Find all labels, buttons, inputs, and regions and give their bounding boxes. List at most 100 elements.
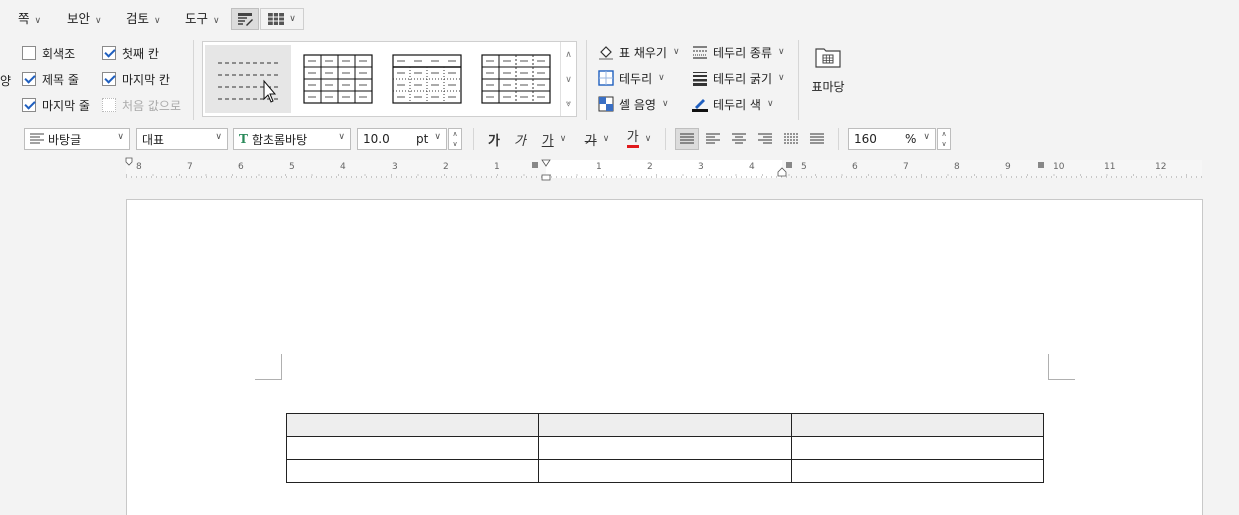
table-style-gallery: ∧ ∨ ⩔ (202, 41, 577, 117)
strike-button[interactable]: 가 ∨ (578, 128, 616, 150)
size-spinner[interactable]: ∧ ∨ (448, 128, 462, 150)
lang-combo[interactable]: 대표 ∨ (136, 128, 228, 150)
table-design-icon (238, 13, 253, 26)
last-row-checkbox[interactable]: 마지막 줄 (22, 97, 90, 113)
menu-tools[interactable]: 도구 ∨ (185, 8, 220, 30)
table-cell[interactable] (790, 413, 1045, 437)
menu-security[interactable]: 보안 ∨ (67, 8, 102, 30)
chevron-down-icon: ∨ (565, 74, 572, 85)
first-col-checkbox[interactable]: 첫째 칸 (102, 45, 159, 61)
table-style-grid-1[interactable] (295, 45, 381, 113)
table-cell[interactable] (538, 413, 792, 437)
table-style-grid-2[interactable] (384, 45, 470, 113)
table-cell[interactable] (285, 459, 540, 483)
gray-checkbox[interactable]: 회색조 (22, 45, 75, 61)
separator (798, 40, 799, 120)
chevron-down-icon: ∨ (778, 47, 785, 57)
table-style-grid-3[interactable] (473, 45, 559, 113)
border-color-label: 테두리 색 (713, 97, 761, 112)
spin-up-icon: ∧ (452, 130, 458, 138)
table-mark-button[interactable]: 표마당 (808, 46, 848, 96)
expand-icon: ⩔ (565, 99, 572, 109)
chevron-down-icon: ∨ (213, 16, 220, 26)
align-justify-button[interactable] (675, 128, 699, 150)
cell-shade-button[interactable]: 셀 음영 ∨ (598, 94, 669, 114)
size-value: 10.0 (363, 132, 390, 146)
chevron-down-icon: ∨ (778, 73, 785, 83)
align-divide-button[interactable] (805, 128, 829, 150)
table-cell[interactable] (538, 436, 792, 460)
chevron-down-icon: ∨ (117, 132, 124, 142)
horizontal-ruler[interactable]: 8 7 6 5 4 3 2 1 1 2 3 4 5 6 7 8 9 10 11 … (125, 157, 1202, 181)
font-combo[interactable]: T 함초롬바탕 ∨ (233, 128, 351, 150)
reset-button[interactable]: 처음 값으로 (102, 97, 181, 113)
document-table[interactable] (285, 413, 1045, 483)
zoom-value: 160 (854, 132, 877, 146)
table-row (285, 413, 1045, 437)
last-col-checkbox[interactable]: 마지막 칸 (102, 71, 170, 87)
font-color-button[interactable]: 가 ∨ (620, 128, 658, 150)
checkbox-box (22, 46, 36, 60)
table-style-preview-dashed (218, 62, 278, 103)
chevron-down-icon: ∨ (34, 16, 42, 26)
border-icon (598, 70, 614, 86)
chevron-up-icon: ∧ (565, 49, 572, 60)
table-layout-tab[interactable]: ∨ (260, 8, 304, 30)
border-type-button[interactable]: 테두리 종류 ∨ (692, 42, 785, 62)
table-mark-label: 표마당 (811, 80, 845, 94)
checkbox-box (22, 72, 36, 86)
gallery-scroll-down[interactable]: ∨ (560, 67, 576, 92)
chevron-down-icon: ∨ (661, 99, 669, 109)
zoom-combo[interactable]: 160 % ∨ (848, 128, 936, 150)
bold-button[interactable]: 가 (483, 128, 505, 150)
border-type-icon (692, 44, 708, 60)
checkbox-box (102, 72, 116, 86)
border-weight-label: 테두리 굵기 (713, 71, 773, 86)
border-color-button[interactable]: 테두리 색 ∨ (692, 94, 774, 114)
underline-label: 가 (541, 133, 554, 149)
table-cell[interactable] (790, 459, 1045, 483)
table-style-preview-grid (303, 54, 373, 104)
align-justify-icon (680, 133, 694, 144)
table-style-plain[interactable] (205, 45, 291, 113)
spin-down-icon: ∨ (941, 140, 947, 148)
margin-corner-top-right (1048, 354, 1075, 380)
header-row-checkbox[interactable]: 제목 줄 (22, 71, 79, 87)
menu-tools-label: 도구 (185, 11, 209, 26)
table-cell[interactable] (790, 436, 1045, 460)
strike-label: 가 (584, 133, 597, 149)
align-left-button[interactable] (701, 128, 725, 150)
italic-label: 가 (514, 133, 526, 149)
fill-button[interactable]: 표 채우기 ∨ (598, 42, 680, 62)
menu-page[interactable]: 쪽 ∨ (18, 8, 41, 30)
checkbox-box (22, 98, 36, 112)
align-right-button[interactable] (753, 128, 777, 150)
chevron-down-icon: ∨ (154, 16, 161, 26)
menu-review[interactable]: 검토 ∨ (126, 8, 161, 30)
zoom-spinner[interactable]: ∧ ∨ (937, 128, 951, 150)
align-center-button[interactable] (727, 128, 751, 150)
align-distribute-button[interactable] (779, 128, 803, 150)
border-button[interactable]: 테두리 ∨ (598, 68, 665, 88)
border-weight-button[interactable]: 테두리 굵기 ∨ (692, 68, 785, 88)
chevron-down-icon: ∨ (559, 134, 567, 144)
table-cell[interactable] (285, 413, 540, 437)
table-cell[interactable] (538, 459, 792, 483)
separator (473, 128, 474, 150)
gallery-scroll-up[interactable]: ∧ (560, 42, 576, 67)
style-combo[interactable]: 바탕글 ∨ (24, 128, 130, 150)
table-style-preview-dotted (392, 54, 462, 104)
gallery-expand[interactable]: ⩔ (560, 92, 576, 116)
table-design-tab[interactable] (231, 8, 259, 30)
chevron-down-icon: ∨ (766, 99, 774, 109)
size-combo[interactable]: 10.0 pt ∨ (357, 128, 447, 150)
last-row-label: 마지막 줄 (42, 98, 90, 113)
separator (665, 128, 666, 150)
table-cell[interactable] (285, 436, 540, 460)
last-col-label: 마지막 칸 (122, 72, 170, 87)
italic-button[interactable]: 가 (509, 128, 531, 150)
truetype-icon: T (239, 132, 248, 146)
lang-value: 대표 (142, 132, 165, 147)
separator (838, 128, 839, 150)
underline-button[interactable]: 가 ∨ (535, 128, 573, 150)
